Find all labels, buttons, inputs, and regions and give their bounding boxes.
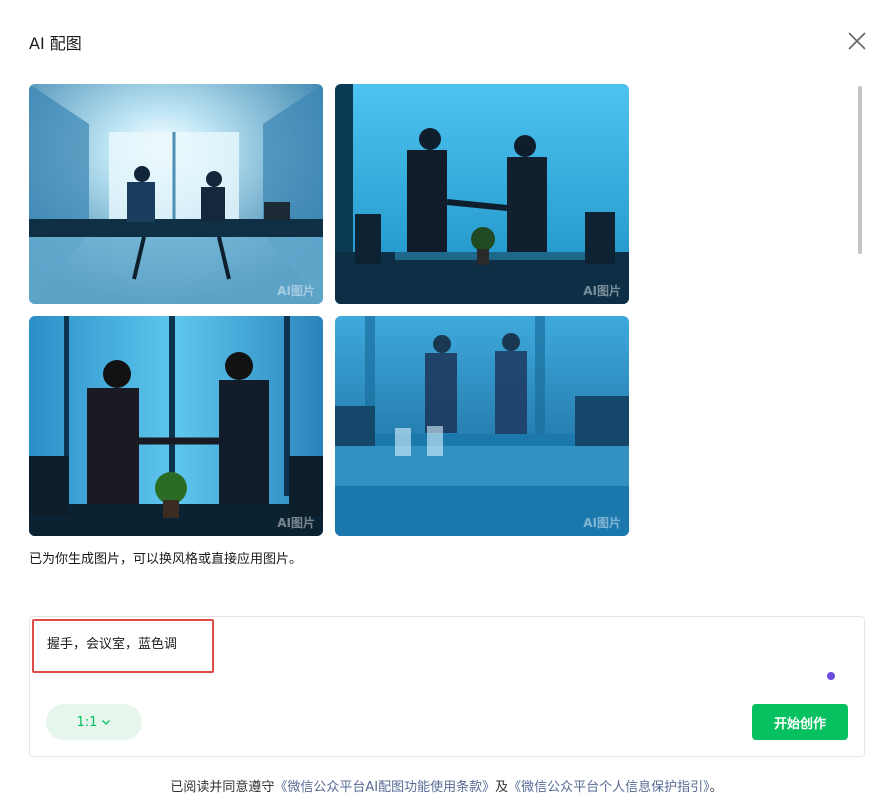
generated-image[interactable]: AI图片 [335,84,629,304]
ai-watermark: AI图片 [583,284,621,298]
agreement-middle: 及 [495,780,509,795]
chevron-down-icon [102,720,111,725]
agreement-suffix: 。 [709,780,723,795]
status-dot [827,672,835,680]
aspect-ratio-label: 1:1 [76,714,98,730]
ai-watermark: AI图片 [277,284,315,298]
scrollbar[interactable] [858,86,862,254]
start-create-button[interactable]: 开始创作 [752,704,848,740]
generation-hint: 已为你生成图片，可以换风格或直接应用图片。 [29,552,303,567]
prompt-input[interactable] [47,635,647,650]
privacy-link[interactable]: 《微信公众平台个人信息保护指引》 [508,780,710,795]
close-icon[interactable] [845,29,869,53]
agreement-prefix: 已阅读并同意遵守 [170,780,275,795]
dialog-title: AI 配图 [29,34,82,53]
prompt-box[interactable]: 1:1 开始创作 [29,616,865,757]
generated-image[interactable]: AI图片 [335,316,629,536]
image-grid: AI图片 AI图片 AI图片 AI图片 [29,84,629,536]
agreement-text: 已阅读并同意遵守《微信公众平台AI配图功能使用条款》及《微信公众平台个人信息保护… [0,776,893,795]
aspect-ratio-dropdown[interactable]: 1:1 [46,704,142,740]
ai-watermark: AI图片 [583,516,621,530]
generated-image[interactable]: AI图片 [29,84,323,304]
terms-link[interactable]: 《微信公众平台AI配图功能使用条款》 [274,780,495,795]
ai-watermark: AI图片 [277,516,315,530]
generated-image[interactable]: AI图片 [29,316,323,536]
